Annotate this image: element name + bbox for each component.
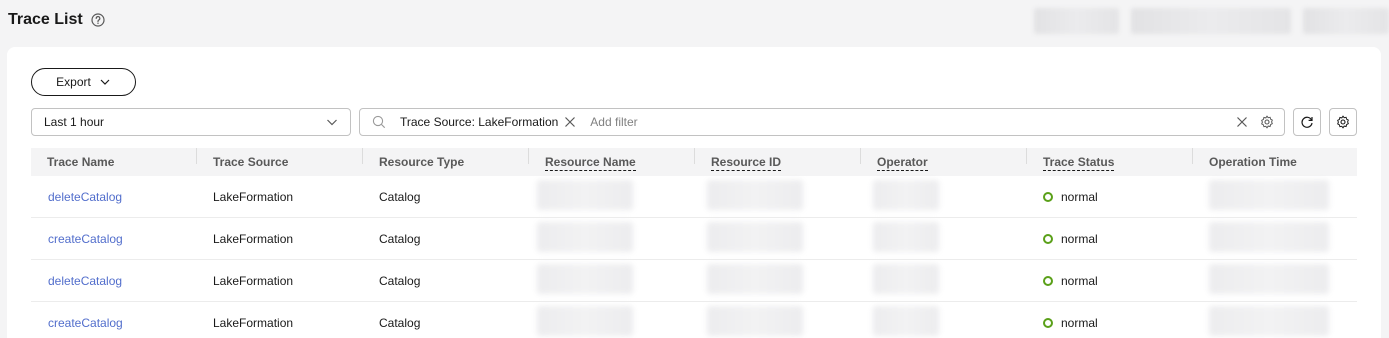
column-header-trace-status[interactable]: Trace Status [1027,148,1193,171]
add-filter-input[interactable] [590,115,1236,129]
resource-type-cell: Catalog [379,273,421,288]
status-normal-icon [1043,275,1053,286]
trace-status-cell: normal [1027,190,1193,204]
resource-type-cell: Catalog [379,231,421,246]
resource-name-cell [529,180,695,213]
trace-name-cell[interactable]: createCatalog [31,232,197,246]
trace-source-cell: LakeFormation [213,315,294,330]
filter-tag-label: Trace Source: LakeFormation [400,115,559,129]
trace-status-cell: normal [1027,274,1193,288]
filter-search-bar[interactable]: Trace Source: LakeFormation [359,108,1285,136]
settings-icon [1337,115,1349,129]
gear-icon[interactable] [1260,115,1274,129]
column-header-resource-id[interactable]: Resource ID [695,148,861,171]
trace-name-link[interactable]: createCatalog [47,316,123,330]
header-actions-blurred [1034,8,1389,34]
search-icon [372,115,386,129]
trace-status-cell: normal [1027,232,1193,246]
export-button[interactable]: Export [31,68,136,96]
page-header: Trace List [8,8,105,32]
resource-id-cell [695,222,861,255]
column-header-resource-type: Resource Type [363,148,529,169]
trace-name-cell[interactable]: deleteCatalog [31,190,197,204]
column-header-trace-name: Trace Name [31,148,197,169]
table-row: deleteCatalog LakeFormation Catalog norm… [31,176,1357,218]
resource-name-cell [529,306,695,338]
column-header-resource-name[interactable]: Resource Name [529,148,695,171]
column-header-trace-source: Trace Source [197,148,363,169]
table-row: createCatalog LakeFormation Catalog norm… [31,302,1357,338]
time-range-value: Last 1 hour [44,115,105,129]
operation-time-cell [1193,264,1357,297]
blurred-action [1034,8,1119,34]
trace-source-cell: LakeFormation [213,273,294,288]
close-icon[interactable] [1236,116,1248,128]
trace-name-link[interactable]: createCatalog [47,232,123,246]
resource-id-cell [695,264,861,297]
close-icon[interactable] [564,116,576,128]
resource-name-cell [529,264,695,297]
status-normal-icon [1043,317,1053,328]
time-range-select[interactable]: Last 1 hour [31,108,351,136]
trace-name-link[interactable]: deleteCatalog [47,274,122,288]
operator-cell [861,222,1027,255]
trace-status-text: normal [1061,189,1098,204]
blurred-action [1303,8,1389,34]
status-normal-icon [1043,191,1053,202]
table-row: deleteCatalog LakeFormation Catalog norm… [31,260,1357,302]
operator-cell [861,264,1027,297]
operation-time-cell [1193,180,1357,213]
operator-cell [861,306,1027,338]
resource-type-cell: Catalog [379,189,421,204]
resource-name-cell [529,222,695,255]
table-row: createCatalog LakeFormation Catalog norm… [31,218,1357,260]
search-end-icons [1236,115,1274,129]
trace-status-text: normal [1061,231,1098,246]
chevron-down-icon [327,119,337,126]
export-button-label: Export [56,75,91,89]
resource-id-cell [695,180,861,213]
refresh-icon [1301,116,1313,128]
trace-name-link[interactable]: deleteCatalog [47,190,122,204]
table-body: deleteCatalog LakeFormation Catalog norm… [31,176,1357,338]
trace-status-text: normal [1061,273,1098,288]
blurred-action [1131,8,1291,34]
trace-name-cell[interactable]: deleteCatalog [31,274,197,288]
table-header: Trace Name Trace Source Resource Type Re… [31,148,1357,176]
help-icon[interactable] [91,13,105,27]
status-normal-icon [1043,233,1053,244]
table-settings-button[interactable] [1329,108,1357,136]
trace-status-cell: normal [1027,316,1193,330]
chevron-down-icon [100,79,110,85]
column-header-operator[interactable]: Operator [861,148,1027,171]
page-title: Trace List [8,11,83,28]
column-header-operation-time: Operation Time [1209,155,1297,169]
trace-source-cell: LakeFormation [213,231,294,246]
operator-cell [861,180,1027,213]
trace-table: Trace Name Trace Source Resource Type Re… [31,148,1357,338]
filter-tag: Trace Source: LakeFormation [400,115,576,129]
trace-source-cell: LakeFormation [213,189,294,204]
trace-status-text: normal [1061,315,1098,330]
refresh-button[interactable] [1293,108,1321,136]
trace-list-card: Export Last 1 hour Trace Source: LakeFor… [7,47,1381,338]
operation-time-cell [1193,306,1357,338]
trace-name-cell[interactable]: createCatalog [31,316,197,330]
resource-type-cell: Catalog [379,315,421,330]
resource-id-cell [695,306,861,338]
operation-time-cell [1193,222,1357,255]
